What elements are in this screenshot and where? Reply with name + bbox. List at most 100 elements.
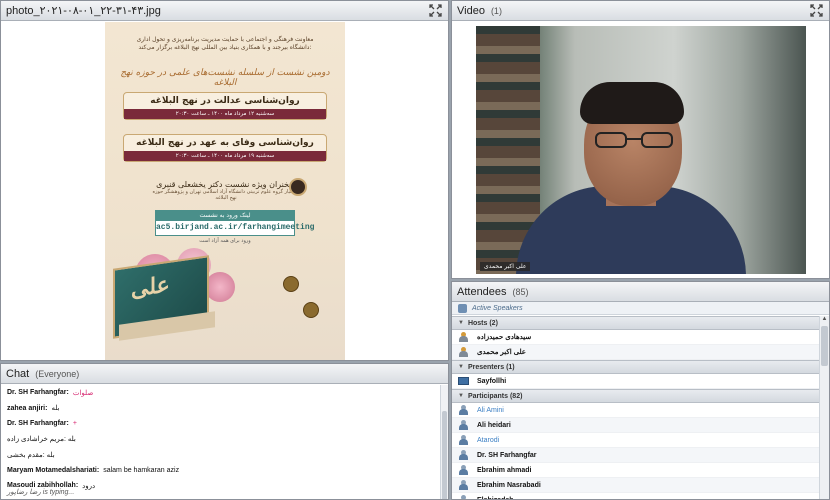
poster-main-title: دومین نشست از سلسله نشست‌های علمی در حوز… (120, 68, 330, 88)
attendee-row[interactable]: Ebrahim Nasrabadi (452, 478, 819, 493)
chat-message: Dr. SH Farhangfar: صلوات (1, 385, 440, 401)
chat-sender: Dr. SH Farhangfar: (7, 389, 69, 397)
scrollbar-thumb[interactable] (821, 326, 828, 366)
attendee-group-header[interactable]: ▼ Presenters (1) (452, 360, 819, 374)
host-user-icon (458, 332, 469, 342)
attendees-count: (85) (512, 286, 529, 297)
talk-2-band: روان‌شناسی وفای به عهد در نهج البلاغه سه… (123, 134, 327, 162)
attendee-row[interactable]: Ebrahim ahmadi (452, 463, 819, 478)
meeting-link-note: ورود برای همه آزاد است (199, 238, 251, 244)
attendee-group-header[interactable]: ▼ Hosts (2) (452, 316, 819, 330)
attendees-pod-title: Attendees (457, 285, 507, 298)
collapse-arrow-icon[interactable]: ▼ (458, 320, 464, 326)
share-pod: photo_۲۰۲۱-۰۸-۰۱_۲۲-۳۱-۴۳.jpg معاونت فره… (0, 0, 449, 361)
participant-icon (458, 450, 469, 460)
participant-icon (458, 435, 469, 445)
talk-2-title: روان‌شناسی وفای به عهد در نهج البلاغه (136, 138, 314, 148)
participant-icon (458, 480, 469, 490)
speaker-block: سخنران ویژه نشست دکتر یخشعلی قنبری دانشی… (151, 178, 307, 201)
chat-scrollbar[interactable] (440, 385, 448, 499)
book-calligraphy: علی (131, 271, 170, 303)
chat-message: Dr. SH Farhangfar: + (1, 416, 440, 432)
participant-icon (458, 420, 469, 430)
video-pod-title: Video (457, 4, 485, 17)
speaker-icon (458, 304, 467, 313)
attendee-group-label: Hosts (2) (467, 319, 498, 327)
meeting-link-box: لینک ورود به نشست ac5.birjand.ac.ir/farh… (155, 210, 315, 236)
attendee-name: Atarodi (477, 436, 500, 444)
attendee-row[interactable]: سیدهادی حمیدزاده (452, 330, 819, 345)
attendee-list[interactable]: ▼ Hosts (2) سیدهادی حمیدزاده علی اکبر محمدی… (452, 316, 819, 499)
attendee-scrollbar[interactable]: ▲ (819, 316, 829, 499)
chat-message: بله :مریم خراشادی زاده (1, 432, 440, 448)
shared-image-area: معاونت فرهنگی و اجتماعی با حمایت مدیریت … (1, 22, 448, 360)
active-speakers-label: Active Speakers (472, 304, 523, 312)
chat-scrollbar-thumb[interactable] (442, 411, 447, 499)
maximize-icon[interactable] (810, 4, 823, 17)
attendee-name: Ebrahim Nasrabadi (477, 481, 541, 489)
attendee-row[interactable]: Sayfollhi (452, 374, 819, 389)
active-speakers-bar: Active Speakers (452, 302, 829, 315)
attendee-row[interactable]: Ali Amini (452, 403, 819, 418)
attendee-name: Elahizadeh (477, 497, 514, 500)
participant-icon (458, 465, 469, 475)
attendee-row[interactable]: Dr. SH Farhangfar (452, 448, 819, 463)
chat-text: + (72, 420, 77, 428)
chat-text: صلوات (72, 389, 94, 397)
host-user-icon (458, 347, 469, 357)
university-logo (283, 276, 299, 292)
chat-sender: Dr. SH Farhangfar: (7, 420, 69, 428)
video-pod: Video (1) علی اکبر محمدی (451, 0, 830, 279)
presenter-icon (458, 376, 469, 386)
attendee-group-label: Participants (82) (467, 392, 523, 400)
video-count: (1) (490, 5, 502, 16)
participant-icon (458, 405, 469, 415)
video-pod-titlebar[interactable]: Video (1) (452, 1, 829, 21)
attendee-group-label: Presenters (1) (467, 363, 515, 371)
flower-decoration (205, 272, 235, 302)
meeting-link-url: ac5.birjand.ac.ir/farhangimeeting (156, 223, 315, 232)
collapse-arrow-icon[interactable]: ▼ (458, 364, 464, 370)
attendee-name: Ali heidari (477, 421, 511, 429)
talk-1-date: سه‌شنبه ۱۲ مرداد ماه ۱۴۰۰ ـ ساعت ۲۰:۳۰ (124, 109, 326, 119)
chat-text: salam be hamkaran aziz (103, 466, 180, 474)
attendee-name: Sayfollhi (477, 377, 507, 385)
webcam-video[interactable] (476, 26, 806, 274)
chat-text: بله :مریم خراشادی زاده (7, 436, 76, 444)
attendee-row[interactable]: علی اکبر محمدی (452, 345, 819, 360)
attendee-group-header[interactable]: ▼ Participants (82) (452, 389, 819, 403)
person-hair (580, 82, 684, 124)
meeting-link-title: لینک ورود به نشست (156, 211, 294, 221)
attendees-pod: Attendees (85) Active Speakers ▼ Hosts (2… (451, 281, 830, 500)
typing-indicator: رضا رضاپور is typing... (7, 489, 75, 496)
glasses-icon (595, 132, 673, 148)
chat-messages: Dr. SH Farhangfar: صلوات zahea anjiri: بله D… (1, 385, 440, 499)
attendee-name: علی اکبر محمدی (477, 349, 526, 356)
chat-pod-title: Chat (6, 367, 30, 380)
chat-message: zahea anjiri: بله (1, 401, 440, 417)
participant-icon (458, 495, 469, 499)
attendee-name: Dr. SH Farhangfar (477, 451, 537, 459)
speaker-name: سخنران ویژه نشست دکتر یخشعلی قنبری (156, 180, 296, 189)
attendee-row[interactable]: Atarodi (452, 433, 819, 448)
chat-text: درود (82, 482, 96, 490)
talk-2-date: سه‌شنبه ۱۹ مرداد ماه ۱۴۰۰ ـ ساعت ۲۰:۳۰ (124, 151, 326, 161)
maximize-icon[interactable] (429, 4, 442, 17)
chat-text: بله (51, 405, 60, 413)
attendees-pod-titlebar[interactable]: Attendees (85) (452, 282, 829, 302)
attendee-row[interactable]: Ali heidari (452, 418, 819, 433)
scroll-up-icon[interactable]: ▲ (820, 316, 829, 325)
share-pod-titlebar[interactable]: photo_۲۰۲۱-۰۸-۰۱_۲۲-۳۱-۴۳.jpg (1, 1, 448, 21)
chat-pod: Chat (Everyone) Dr. SH Farhangfar: صلوات z… (0, 363, 449, 500)
speaker-subtitle: دانشیار گروه علوم تربیتی دانشگاه آزاد اس… (152, 189, 300, 201)
collapse-arrow-icon[interactable]: ▼ (458, 393, 464, 399)
chat-message: Maryam Motamedalshariati: salam be hamkar… (1, 463, 440, 479)
chat-pod-titlebar[interactable]: Chat (Everyone) (1, 364, 448, 384)
attendee-name: سیدهادی حمیدزاده (477, 334, 532, 341)
attendee-name: Ebrahim ahmadi (477, 466, 532, 474)
foundation-logo (303, 302, 319, 318)
attendee-row[interactable]: Elahizadeh (452, 493, 819, 499)
chat-scope: (Everyone) (35, 368, 80, 379)
chat-sender: zahea anjiri: (7, 404, 48, 412)
chat-message: بله :مقدم بخشی (1, 447, 440, 463)
